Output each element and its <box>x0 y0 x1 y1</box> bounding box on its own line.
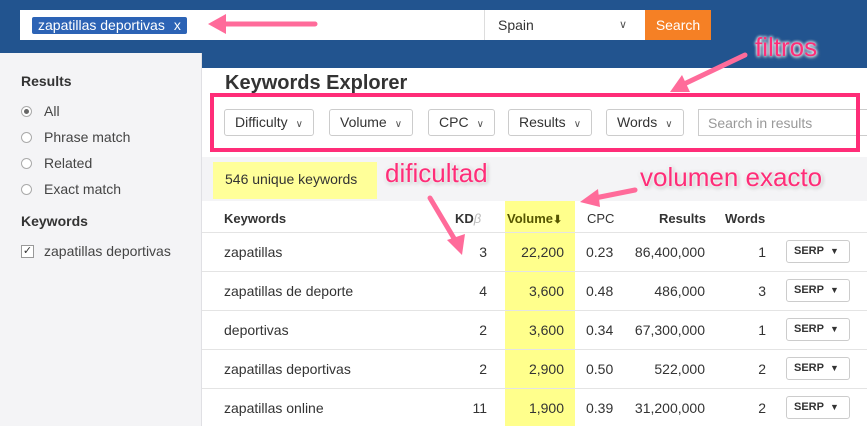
annotation-filters: filtros <box>755 32 818 62</box>
annotation-overlay <box>208 14 860 255</box>
annotation-volume: volumen exacto <box>640 162 823 192</box>
arrow-to-filters <box>679 52 748 88</box>
arrow-to-volume <box>592 187 638 201</box>
annotation-difficulty: dificultad <box>385 158 488 188</box>
filters-highlight-box <box>210 93 860 152</box>
arrow-to-kd <box>427 195 458 243</box>
